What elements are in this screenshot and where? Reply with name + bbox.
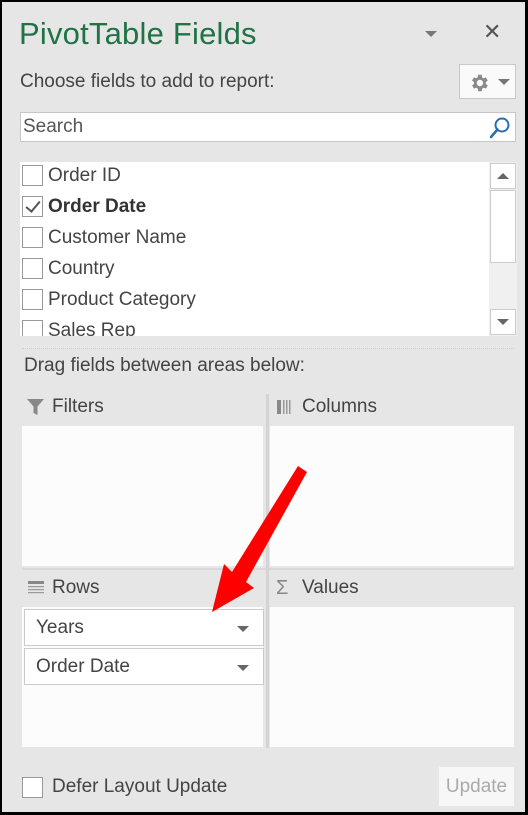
rows-label: Rows	[52, 577, 100, 598]
field-item-product-category[interactable]: Product Category	[22, 284, 196, 315]
search-input[interactable]	[23, 115, 483, 139]
defer-label: Defer Layout Update	[52, 776, 228, 797]
rows-item-years[interactable]: Years	[24, 609, 264, 646]
drag-fields-label: Drag fields between areas below:	[24, 355, 305, 376]
field-label: Customer Name	[48, 226, 187, 248]
field-item-order-id[interactable]: Order ID	[22, 162, 121, 191]
rows-area-header: Rows	[26, 573, 100, 603]
tools-button[interactable]	[459, 64, 516, 99]
field-item-country[interactable]: Country	[22, 253, 115, 284]
columns-label: Columns	[302, 396, 377, 417]
section-divider	[22, 348, 514, 349]
sigma-icon: Σ	[276, 577, 289, 599]
pane-title: PivotTable Fields	[19, 16, 257, 51]
field-label: Country	[48, 257, 115, 279]
area-divider-vertical	[266, 394, 269, 748]
rows-item-label: Order Date	[36, 656, 130, 677]
rows-item-label: Years	[36, 617, 84, 638]
field-item-sales-rep[interactable]: Sales Rep	[22, 315, 136, 336]
scroll-down-button[interactable]	[490, 309, 516, 335]
columns-icon	[276, 397, 296, 417]
field-label: Sales Rep	[48, 319, 136, 337]
filter-icon	[26, 397, 46, 417]
field-item-order-date[interactable]: Order Date	[22, 191, 146, 222]
field-list-scrollbar[interactable]	[489, 162, 517, 336]
search-box[interactable]	[20, 112, 516, 142]
update-button[interactable]: Update	[439, 767, 514, 806]
triangle-up-icon	[497, 173, 509, 179]
field-label: Order ID	[48, 164, 121, 186]
values-area-header: Σ Values	[276, 573, 359, 603]
pivottable-fields-pane: PivotTable Fields ✕ Choose fields to add…	[2, 2, 525, 812]
field-checkbox[interactable]	[22, 196, 43, 217]
defer-layout-update[interactable]: Defer Layout Update	[22, 776, 227, 798]
field-list: Order ID Order Date Customer Name Countr…	[20, 162, 517, 336]
triangle-down-icon	[497, 319, 509, 325]
columns-area-header: Columns	[276, 392, 377, 422]
field-item-customer-name[interactable]: Customer Name	[22, 222, 186, 253]
scroll-up-button[interactable]	[490, 163, 516, 189]
defer-checkbox[interactable]	[22, 776, 43, 798]
scroll-thumb[interactable]	[490, 190, 516, 263]
pane-options-dropdown-icon[interactable]	[425, 31, 437, 37]
chevron-down-icon[interactable]	[237, 665, 249, 671]
columns-drop-zone[interactable]	[270, 426, 514, 566]
filters-drop-zone[interactable]	[22, 426, 263, 566]
rows-icon	[26, 578, 46, 598]
field-checkbox[interactable]	[22, 227, 43, 248]
gear-icon	[472, 74, 488, 92]
filters-label: Filters	[52, 396, 104, 417]
chevron-down-icon	[498, 79, 510, 85]
field-checkbox[interactable]	[22, 258, 43, 279]
field-checkbox[interactable]	[22, 165, 43, 186]
field-checkbox[interactable]	[22, 289, 43, 310]
chevron-down-icon[interactable]	[237, 626, 249, 632]
values-drop-zone[interactable]	[270, 607, 514, 747]
close-icon[interactable]: ✕	[483, 20, 501, 44]
rows-item-order-date[interactable]: Order Date	[24, 648, 264, 685]
choose-fields-label: Choose fields to add to report:	[20, 71, 275, 92]
field-label: Order Date	[48, 195, 147, 217]
values-label: Values	[302, 577, 359, 598]
field-checkbox[interactable]	[22, 320, 43, 336]
field-label: Product Category	[48, 288, 196, 310]
filters-area-header: Filters	[26, 392, 104, 422]
search-icon[interactable]	[488, 116, 512, 140]
